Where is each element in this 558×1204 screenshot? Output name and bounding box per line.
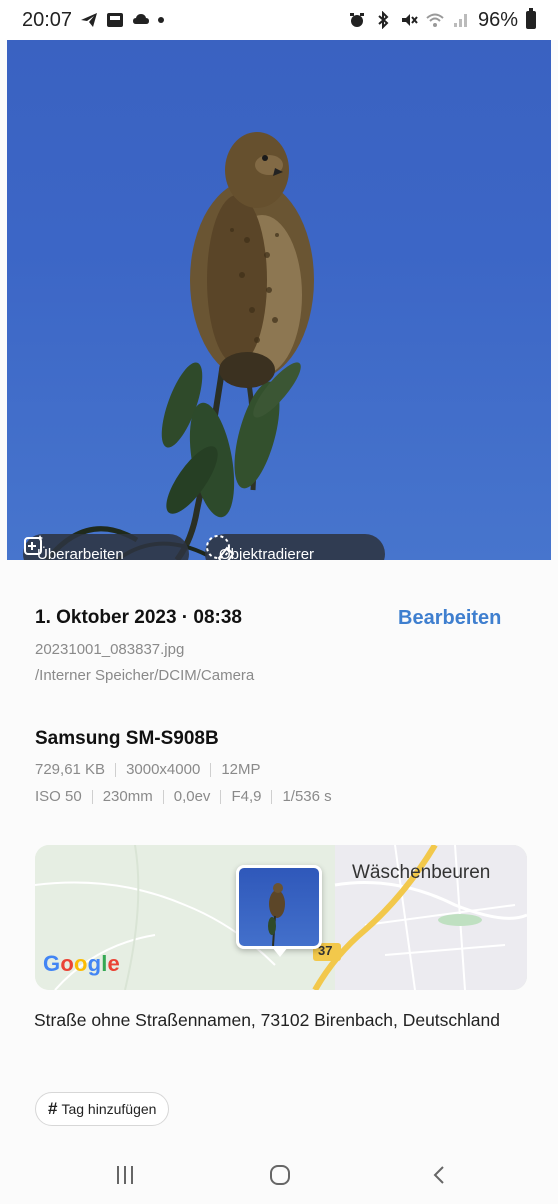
cloud-icon — [133, 14, 150, 24]
enhance-label: Überarbeiten — [37, 545, 124, 561]
resolution: 3000x4000 — [126, 761, 201, 778]
bluetooth-icon — [378, 11, 389, 29]
map-place-label: Wäschenbeuren — [352, 862, 491, 883]
home-button[interactable] — [240, 1145, 320, 1204]
google-logo: Google — [43, 951, 120, 976]
bird-photo-image — [45, 132, 314, 560]
signal-icon — [453, 14, 467, 27]
edit-details-button[interactable]: Bearbeiten — [398, 607, 501, 630]
spec-separator — [220, 789, 222, 804]
sparkle-enhance-icon — [24, 535, 43, 555]
aperture: F4,9 — [231, 788, 262, 805]
back-chevron-icon — [433, 1165, 444, 1184]
recent-apps-icon — [117, 1165, 133, 1184]
map-pin-pointer — [272, 947, 288, 957]
status-bar-left: 20:07 — [22, 8, 165, 32]
back-button[interactable] — [400, 1145, 480, 1204]
enhance-button[interactable]: Überarbeiten — [23, 534, 189, 560]
file-path: /Interner Speicher/DCIM/Camera — [35, 667, 255, 684]
hashtag-icon: # — [48, 1099, 58, 1118]
location-map[interactable]: 37 Wäschenbeuren Google — [35, 845, 527, 990]
spec-separator — [115, 762, 117, 777]
wifi-icon — [426, 13, 444, 27]
focal-length: 230mm — [102, 788, 153, 805]
camera-specs-row: ISO 50 230mm 0,0ev F4,9 1/536 s — [35, 788, 332, 805]
file-size: 729,61 KB — [35, 761, 106, 778]
eraser-icon — [206, 535, 235, 560]
mute-icon — [401, 14, 418, 26]
alarm-icon — [349, 13, 364, 27]
iso-value: ISO 50 — [35, 788, 82, 805]
home-icon — [270, 1164, 290, 1185]
status-time: 20:07 — [22, 8, 73, 31]
status-bar: 20:07 96% — [0, 0, 558, 40]
megapixels: 12MP — [221, 761, 261, 778]
telegram-icon — [81, 13, 98, 27]
gallery-icon — [107, 13, 124, 27]
object-eraser-button[interactable]: Objektradierer — [205, 534, 385, 560]
file-specs-row: 729,61 KB 3000x4000 12MP — [35, 761, 261, 778]
battery-icon — [526, 8, 536, 29]
file-name: 20231001_083837.jpg — [35, 641, 185, 658]
spec-separator — [91, 789, 93, 804]
spec-separator — [271, 789, 273, 804]
spec-separator — [210, 762, 212, 777]
spec-separator — [162, 789, 164, 804]
photo-view[interactable]: Überarbeiten Objektradierer — [7, 40, 551, 560]
location-address: Straße ohne Straßennamen, 73102 Birenbac… — [34, 1010, 500, 1030]
photo-date: 1. Oktober 2023 · 08:38 — [35, 607, 242, 628]
add-tag-button[interactable]: # Tag hinzufügen — [35, 1092, 170, 1126]
device-name: Samsung SM-S908B — [35, 728, 219, 749]
exposure-value: 0,0ev — [173, 788, 211, 805]
shutter-speed: 1/536 s — [282, 788, 332, 805]
status-bar-right: 96% — [348, 8, 536, 32]
map-photo-thumbnail[interactable] — [236, 865, 322, 949]
notification-dot-icon — [158, 17, 165, 23]
add-tag-label: Tag hinzufügen — [61, 1101, 157, 1117]
bird-thumbnail-image — [268, 883, 285, 946]
navigation-bar — [0, 1145, 558, 1204]
recent-apps-button[interactable] — [85, 1145, 165, 1204]
battery-percent: 96% — [477, 8, 518, 31]
